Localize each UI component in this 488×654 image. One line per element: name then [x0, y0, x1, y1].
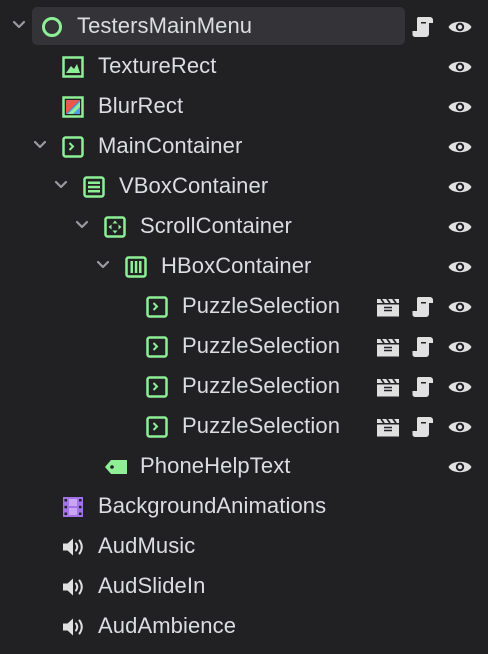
tree-row-aud-music[interactable]: AudMusic [0, 526, 488, 566]
tree-item-label: PuzzleSelection [182, 333, 341, 358]
tree-row-texture-rect[interactable]: TextureRect [0, 46, 488, 86]
script-icon[interactable] [410, 374, 436, 400]
tree-row-puzzle-selection[interactable]: PuzzleSelection [0, 366, 488, 406]
tree-item-label: HBoxContainer [161, 253, 312, 278]
visibility-eye-icon[interactable] [447, 214, 473, 240]
visibility-eye-icon[interactable] [447, 254, 473, 280]
script-icon[interactable] [410, 334, 436, 360]
visibility-eye-icon[interactable] [447, 174, 473, 200]
tree-item-label: MainContainer [98, 133, 243, 158]
tree-item-label: VBoxContainer [119, 173, 269, 198]
script-icon[interactable] [410, 14, 436, 40]
audio-speaker-icon [61, 615, 85, 639]
tree-row-aud-slide-in[interactable]: AudSlideIn [0, 566, 488, 606]
expand-arrow-icon[interactable] [52, 166, 70, 206]
label-tag-icon [103, 455, 127, 479]
visibility-eye-icon[interactable] [447, 294, 473, 320]
tree-item-label: BackgroundAnimations [98, 493, 327, 518]
tree-item-label: AudSlideIn [98, 573, 206, 598]
visibility-eye-icon[interactable] [447, 94, 473, 120]
script-icon[interactable] [410, 294, 436, 320]
tree-row-vbox-container[interactable]: VBoxContainer [0, 166, 488, 206]
instance-clapper-icon[interactable] [375, 414, 401, 440]
expand-arrow-icon[interactable] [94, 246, 112, 286]
scroll-container-icon [103, 215, 127, 239]
expand-arrow-icon[interactable] [10, 6, 28, 46]
tree-row-hbox-container[interactable]: HBoxContainer [0, 246, 488, 286]
tree-item-label: AudAmbience [98, 613, 237, 638]
tree-item-label: PuzzleSelection [182, 413, 341, 438]
tree-item-label: PhoneHelpText [140, 453, 291, 478]
tree-row-background-animations[interactable]: BackgroundAnimations [0, 486, 488, 526]
audio-speaker-icon [61, 575, 85, 599]
visibility-eye-icon[interactable] [447, 414, 473, 440]
tree-row-main-container[interactable]: MainContainer [0, 126, 488, 166]
script-icon[interactable] [410, 414, 436, 440]
container-icon [61, 135, 85, 159]
vbox-container-icon [82, 175, 106, 199]
visibility-eye-icon[interactable] [447, 374, 473, 400]
tree-row-puzzle-selection[interactable]: PuzzleSelection [0, 406, 488, 446]
tree-row-scroll-container[interactable]: ScrollContainer [0, 206, 488, 246]
expand-arrow-icon[interactable] [73, 206, 91, 246]
tree-item-label: PuzzleSelection [182, 373, 341, 398]
tree-item-label: PuzzleSelection [182, 293, 341, 318]
visibility-eye-icon[interactable] [447, 134, 473, 160]
container-icon [145, 335, 169, 359]
tree-item-label: TextureRect [98, 53, 217, 78]
container-icon [145, 295, 169, 319]
container-icon [145, 415, 169, 439]
control-circle-icon [40, 15, 64, 39]
tree-row-blur-rect[interactable]: BlurRect [0, 86, 488, 126]
scene-tree: TestersMainMenu TextureRect BlurRect Mai… [0, 0, 488, 654]
instance-clapper-icon[interactable] [375, 334, 401, 360]
expand-arrow-icon[interactable] [31, 126, 49, 166]
tree-row-aud-ambience[interactable]: AudAmbience [0, 606, 488, 646]
texture-rect-icon [61, 55, 85, 79]
instance-clapper-icon[interactable] [375, 374, 401, 400]
tree-item-label: TestersMainMenu [77, 13, 253, 38]
tree-row-testers-main-menu[interactable]: TestersMainMenu [0, 6, 488, 46]
color-rect-icon [61, 95, 85, 119]
animated-sprite-icon [61, 495, 85, 519]
hbox-container-icon [124, 255, 148, 279]
container-icon [145, 375, 169, 399]
visibility-eye-icon[interactable] [447, 334, 473, 360]
tree-item-label: BlurRect [98, 93, 184, 118]
tree-item-label: ScrollContainer [140, 213, 292, 238]
audio-speaker-icon [61, 535, 85, 559]
tree-row-puzzle-selection[interactable]: PuzzleSelection [0, 286, 488, 326]
tree-row-puzzle-selection[interactable]: PuzzleSelection [0, 326, 488, 366]
instance-clapper-icon[interactable] [375, 294, 401, 320]
tree-item-label: AudMusic [98, 533, 196, 558]
tree-row-phone-help-text[interactable]: PhoneHelpText [0, 446, 488, 486]
visibility-eye-icon[interactable] [447, 54, 473, 80]
visibility-eye-icon[interactable] [447, 14, 473, 40]
visibility-eye-icon[interactable] [447, 454, 473, 480]
